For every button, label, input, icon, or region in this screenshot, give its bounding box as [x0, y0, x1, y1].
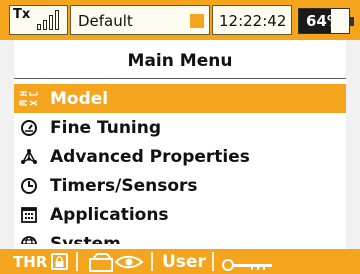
menu-item-model[interactable]: Model — [14, 84, 346, 113]
grid-icon — [14, 200, 44, 229]
network-icon — [14, 142, 44, 171]
status-bar: Tx Default 12:22:42 64% — [0, 0, 360, 40]
menu-item-timers-sensors[interactable]: Timers/Sensors — [14, 171, 346, 200]
menu-item-applications[interactable]: Applications — [14, 200, 346, 229]
main-menu-panel: Main Menu Model Fine Tuning Advanced Pro… — [0, 40, 360, 249]
user-label[interactable]: User — [162, 252, 206, 272]
model-icon — [14, 84, 44, 113]
eye-icon[interactable] — [88, 251, 146, 274]
globe-icon — [14, 229, 44, 244]
clock-time: 12:22:42 — [219, 12, 287, 30]
thr-label[interactable]: THR — [13, 253, 47, 271]
main-menu-list: Model Fine Tuning Advanced Properties Ti… — [14, 84, 346, 244]
menu-item-label: Fine Tuning — [50, 117, 162, 138]
clock-box: 12:22:42 — [212, 5, 292, 35]
battery-percent: 64% — [306, 12, 342, 30]
bottom-divider — [151, 252, 153, 271]
menu-item-label: Advanced Properties — [50, 146, 250, 167]
key-icon[interactable] — [222, 256, 274, 274]
right-margin — [346, 40, 360, 249]
bottom-bar: THR User — [0, 249, 360, 274]
menu-item-system[interactable]: System — [14, 229, 346, 244]
bottom-divider — [76, 252, 78, 271]
bottom-divider — [212, 252, 214, 271]
page-title: Main Menu — [127, 51, 233, 71]
menu-item-advanced-properties[interactable]: Advanced Properties — [14, 142, 346, 171]
menu-item-label: System — [50, 233, 121, 245]
gauge-icon — [14, 113, 44, 142]
lock-icon[interactable] — [51, 253, 68, 270]
clock-icon — [14, 171, 44, 200]
left-margin — [0, 40, 14, 249]
menu-item-label: Timers/Sensors — [50, 175, 198, 196]
signal-bars-icon — [37, 8, 67, 30]
tx-label: Tx — [13, 7, 31, 22]
battery-nub — [350, 17, 354, 26]
model-name: Default — [78, 12, 133, 30]
menu-item-label: Model — [50, 88, 109, 109]
model-name-box[interactable]: Default — [70, 5, 210, 35]
menu-item-fine-tuning[interactable]: Fine Tuning — [14, 113, 346, 142]
tx-signal-indicator: Tx — [9, 5, 68, 35]
battery-indicator: 64% — [298, 8, 354, 34]
model-color-square-icon — [190, 14, 204, 28]
title-divider — [14, 78, 346, 79]
menu-item-label: Applications — [50, 204, 169, 225]
